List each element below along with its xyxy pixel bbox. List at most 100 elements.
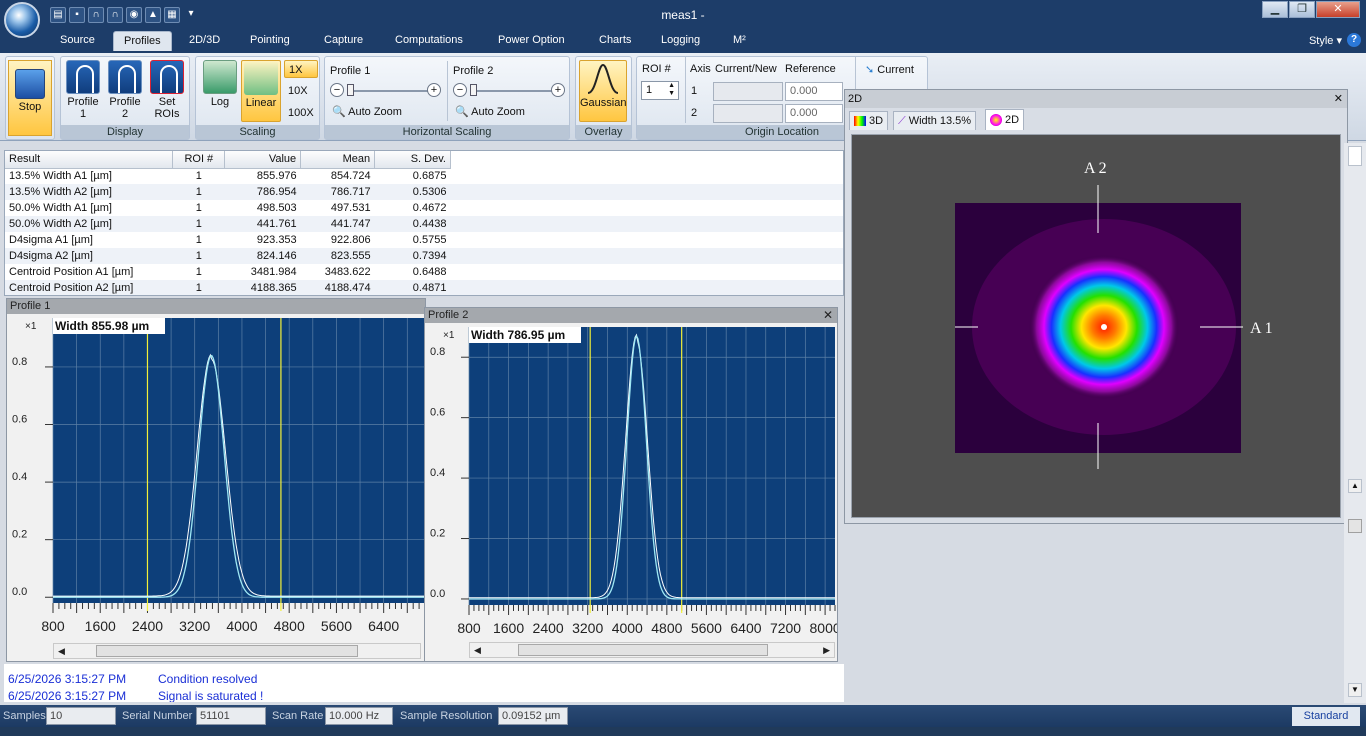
profile-1-chart[interactable]: 0.0 0.2 0.4 0.6 0.8 800 1600 2400 3200 4000 4800 56… (7, 315, 425, 645)
profile-1-scrollbar[interactable]: ◀ (53, 643, 421, 659)
tab-m-squared[interactable]: M² (733, 34, 746, 46)
auto-zoom-1-button[interactable]: 🔍 Auto Zoom (332, 105, 402, 118)
auto-zoom-2-button[interactable]: 🔍 Auto Zoom (455, 105, 525, 118)
close-icon[interactable]: ✕ (1334, 90, 1343, 108)
cell-sdev: 0.7394 (374, 248, 451, 264)
linear-scale-button[interactable]: Linear (241, 60, 281, 122)
scroll-down-icon[interactable]: ▼ (1348, 683, 1362, 697)
zoom-in-icon[interactable]: + (427, 83, 441, 97)
profile-1-button[interactable]: Profile 1 (63, 60, 103, 124)
tab-logging[interactable]: Logging (661, 34, 700, 46)
group-acquisition: Stop (5, 56, 55, 140)
profile-1-window[interactable]: Profile 1 0.0 0.2 0.4 0.6 0.8 800 1600 2400 3200… (6, 298, 426, 662)
tab-charts[interactable]: Charts (599, 34, 631, 46)
tab-capture[interactable]: Capture (324, 34, 363, 46)
col-result[interactable]: Result (5, 151, 174, 169)
tab-source[interactable]: Source (60, 34, 95, 46)
tab-profiles[interactable]: Profiles (113, 31, 172, 51)
scroll-thumb[interactable] (1348, 519, 1362, 533)
zoom-in-icon[interactable]: + (551, 83, 565, 97)
axis-1-current-field[interactable] (713, 82, 783, 101)
axis-2-current-field[interactable] (713, 104, 783, 123)
cell-mean: 922.806 (330, 234, 371, 246)
close-button[interactable]: ✕ (1316, 1, 1360, 18)
tab-3d[interactable]: 3D (849, 111, 889, 130)
scroll-right-icon[interactable]: ▶ (823, 645, 830, 656)
log-entry: 6/25/2026 3:15:27 PM Signal is saturated … (8, 689, 263, 702)
2d-view-window[interactable]: 2D ✕ 3D ⟋ Width 13.5% 2D A 2 A 1 (844, 89, 1348, 524)
col-mean[interactable]: Mean (300, 151, 376, 169)
profile-1-slider-thumb[interactable] (347, 84, 354, 96)
profile-2-button[interactable]: Profile 2 (105, 60, 145, 124)
event-log[interactable]: 6/25/2026 3:15:27 PM Condition resolved 6… (4, 664, 844, 702)
zoom-10x-option[interactable]: 10X (284, 82, 318, 100)
profile-2-scrollbar[interactable]: ◀ ▶ (469, 642, 835, 658)
mode-standard-button[interactable]: Standard (1292, 707, 1360, 726)
scroll-up-icon[interactable]: ▲ (1348, 479, 1362, 493)
table-row[interactable]: 50.0% Width A1 [µm] 1 498.503 497.531 0.4672 (5, 200, 843, 216)
zoom-1x-option[interactable]: 1X (284, 60, 318, 78)
scroll-thumb[interactable] (518, 644, 768, 656)
col-value[interactable]: Value (224, 151, 302, 169)
stop-button[interactable]: Stop (8, 60, 52, 136)
gaussian-overlay-button[interactable]: Gaussian (579, 60, 627, 122)
table-row[interactable]: 13.5% Width A2 [µm] 1 786.954 786.717 0.5306 (5, 184, 843, 200)
scroll-left-icon[interactable]: ◀ (474, 645, 481, 656)
set-rois-button[interactable]: Set ROIs (147, 60, 187, 124)
scroll-thumb[interactable] (1348, 146, 1362, 166)
tab-computations[interactable]: Computations (395, 34, 463, 46)
help-icon[interactable]: ? (1347, 33, 1361, 47)
col-roi[interactable]: ROI # (172, 151, 226, 169)
col-sdev[interactable]: S. Dev. (374, 151, 451, 169)
close-icon[interactable]: ✕ (823, 308, 833, 323)
results-table[interactable]: Result ROI # Value Mean S. Dev. 13.5% Wi… (4, 150, 844, 296)
zoom-100x-option[interactable]: 100X (284, 104, 318, 122)
width-annotation: Width 855.98 µm (55, 319, 149, 333)
cell-value: 4188.365 (224, 280, 301, 295)
linear-label: Linear (245, 97, 277, 109)
tab-width-13-5[interactable]: ⟋ Width 13.5% (893, 111, 977, 130)
restore-button[interactable]: ❐ (1289, 1, 1315, 18)
profile-2-title-bar[interactable]: Profile 2 ✕ (425, 308, 837, 323)
tab-2d-3d[interactable]: 2D/3D (189, 34, 220, 46)
spinner-arrows-icon[interactable]: ▲ ▼ (668, 82, 675, 98)
beam-2d-canvas[interactable]: A 2 A 1 (851, 134, 1341, 518)
zoom-out-icon[interactable]: − (330, 83, 344, 97)
tab-power-option[interactable]: Power Option (498, 34, 565, 46)
table-row[interactable]: D4sigma A2 [µm] 1 824.146 823.555 0.7394 (5, 248, 843, 264)
tab-pointing[interactable]: Pointing (250, 34, 290, 46)
axis-2-reference-field[interactable]: 0.000 (785, 104, 843, 123)
profile-2-slider-thumb[interactable] (470, 84, 477, 96)
roi-number-spinner[interactable]: 1 ▲ ▼ (641, 81, 679, 100)
profile-1-zoom-slider[interactable] (347, 90, 431, 92)
table-row[interactable]: D4sigma A1 [µm] 1 923.353 922.806 0.5755 (5, 232, 843, 248)
group-overlay-label: Overlay (576, 125, 631, 139)
width-annotation: Width 786.95 µm (471, 328, 565, 342)
log-scale-button[interactable]: Log (200, 60, 240, 124)
style-menu[interactable]: Style ▾ (1309, 34, 1342, 47)
table-row[interactable]: 13.5% Width A1 [µm] 1 855.976 854.724 0.6875 (5, 168, 843, 184)
application-menu-orb[interactable] (4, 2, 40, 38)
cell-roi: 1 (195, 266, 202, 278)
profile-1-title-bar[interactable]: Profile 1 (7, 299, 425, 314)
cell-roi: 1 (195, 202, 202, 214)
axis-1-reference-field[interactable]: 0.000 (785, 82, 843, 101)
scroll-left-icon[interactable]: ◀ (58, 646, 65, 657)
profile-2-chart[interactable]: 0.0 0.2 0.4 0.6 0.8 800 1600 2400 3200 4000 4800 56… (425, 324, 837, 646)
table-row[interactable]: 50.0% Width A2 [µm] 1 441.761 441.747 0.4438 (5, 216, 843, 232)
current-button[interactable]: ➘ Current (865, 63, 914, 76)
2d-window-title-bar[interactable]: 2D ✕ (845, 90, 1347, 108)
tab-2d[interactable]: 2D (985, 109, 1025, 130)
profile-2-zoom-slider[interactable] (470, 90, 554, 92)
roi-number-value: 1 (646, 84, 653, 96)
table-row[interactable]: Centroid Position A2 [µm] 1 4188.365 4188.4… (5, 280, 843, 295)
minimize-button[interactable]: ▁ (1262, 1, 1288, 18)
table-row[interactable]: Centroid Position A1 [µm] 1 3481.984 3483.6… (5, 264, 843, 280)
sample-resolution-field: 0.09152 µm (498, 707, 568, 725)
cell-mean: 854.724 (330, 170, 371, 183)
zoom-out-icon[interactable]: − (453, 83, 467, 97)
y-tick-label: 0.2 (430, 528, 445, 540)
profile-2-window[interactable]: Profile 2 ✕ 0.0 0.2 0.4 0.6 0.8 800 1600 2400 320… (424, 307, 838, 662)
scroll-thumb[interactable] (96, 645, 358, 657)
2d-tab-bar: 3D ⟋ Width 13.5% 2D (845, 108, 1347, 130)
